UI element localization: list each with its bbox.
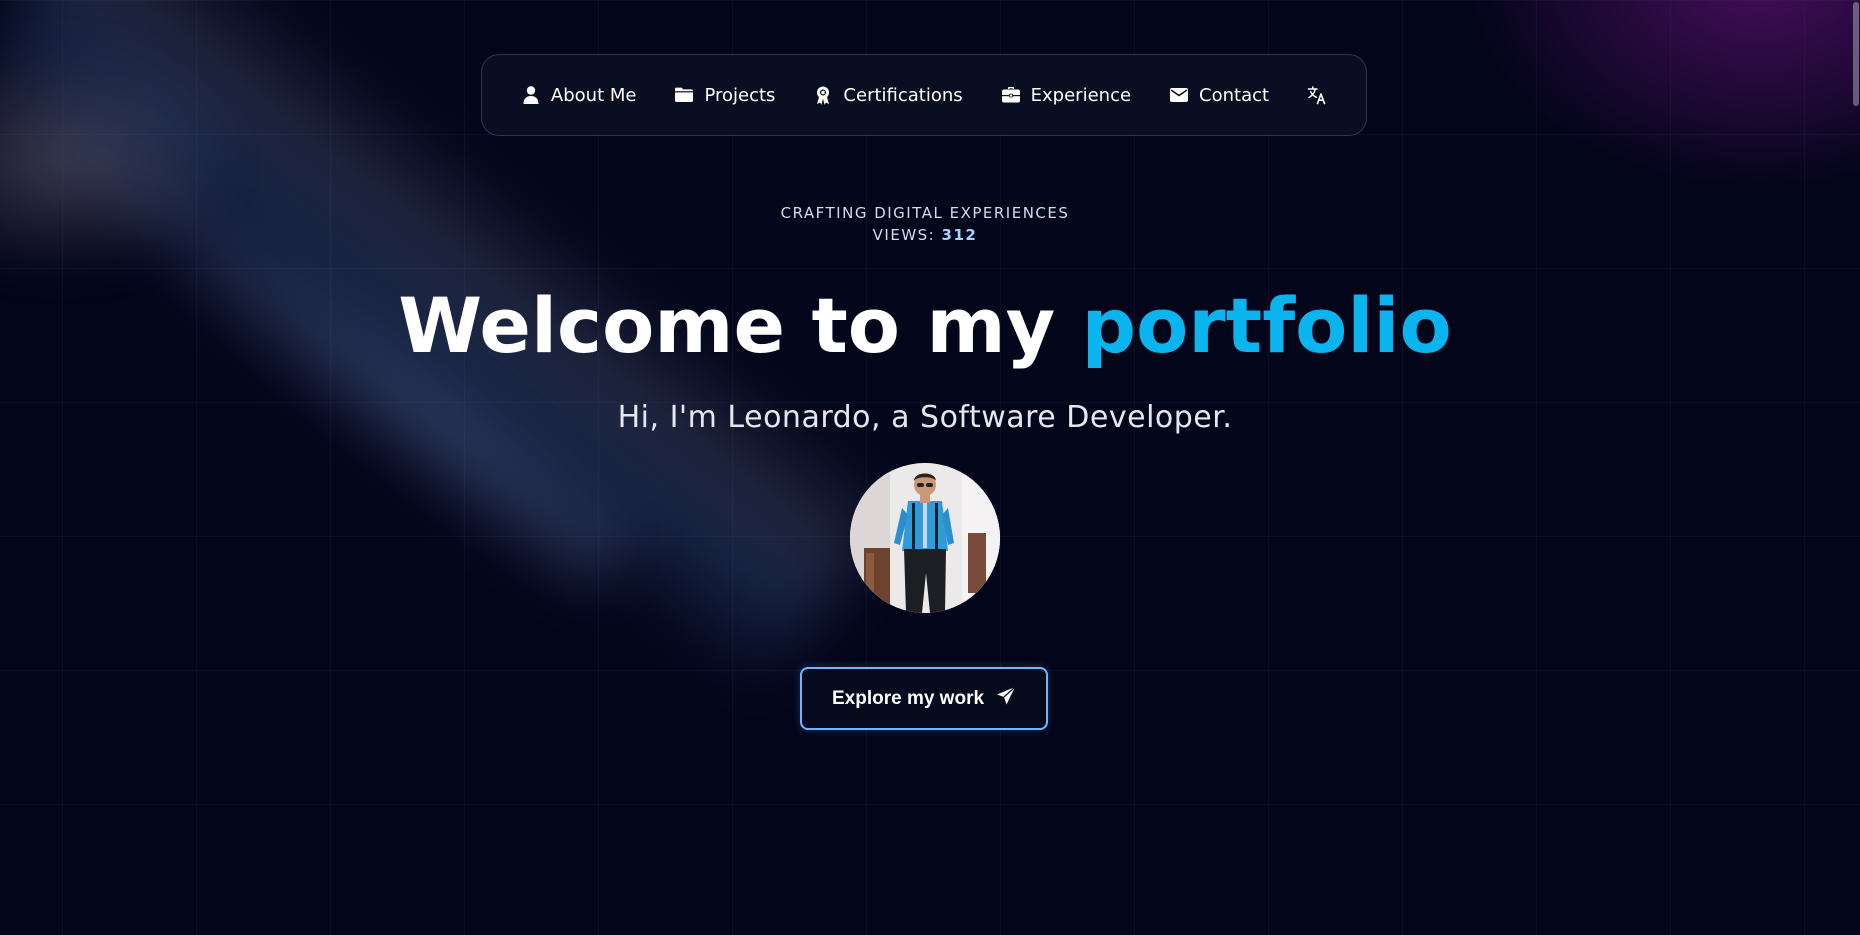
translate-icon (1307, 85, 1327, 105)
cta-label: Explore my work (831, 687, 985, 709)
headline-accent: portfolio (1081, 281, 1452, 370)
hero-headline: Welcome to my portfolio (0, 276, 1850, 376)
background-glow (0, 40, 240, 280)
main-navigation: About Me Projects Certifications Experie… (481, 54, 1367, 136)
page: About Me Projects Certifications Experie… (0, 0, 1860, 935)
hero-intro: Hi, I'm Leonardo, a Software Developer. (617, 400, 1233, 435)
views-label: VIEWS: (872, 226, 936, 244)
headline-main: Welcome to my (398, 281, 1082, 370)
paper-plane-icon (996, 686, 1016, 712)
briefcase-icon (1001, 85, 1021, 105)
envelope-icon (1169, 85, 1189, 105)
scrollbar-thumb[interactable] (1853, 2, 1859, 106)
nav-item-label: About Me (550, 84, 637, 106)
nav-item-about-me[interactable]: About Me (521, 84, 637, 106)
award-icon (813, 85, 833, 105)
hero-tagline: CRAFTING DIGITAL EXPERIENCES (780, 204, 1070, 222)
nav-item-label: Contact (1199, 84, 1270, 106)
language-toggle-button[interactable] (1307, 85, 1327, 105)
views-count: 312 (941, 226, 978, 244)
folder-icon (674, 85, 694, 105)
avatar (850, 463, 1000, 613)
explore-work-button[interactable]: Explore my work (800, 667, 1048, 730)
nav-item-contact[interactable]: Contact (1169, 85, 1269, 106)
nav-item-certifications[interactable]: Certifications (813, 84, 963, 106)
nav-item-label: Projects (704, 84, 776, 106)
views-counter: VIEWS: 312 (0, 226, 1850, 244)
nav-item-label: Certifications (843, 84, 963, 106)
nav-item-experience[interactable]: Experience (1001, 85, 1131, 106)
nav-item-projects[interactable]: Projects (674, 85, 775, 106)
user-icon (521, 85, 541, 105)
nav-item-label: Experience (1030, 84, 1132, 106)
page-scrollbar[interactable] (1852, 0, 1860, 935)
